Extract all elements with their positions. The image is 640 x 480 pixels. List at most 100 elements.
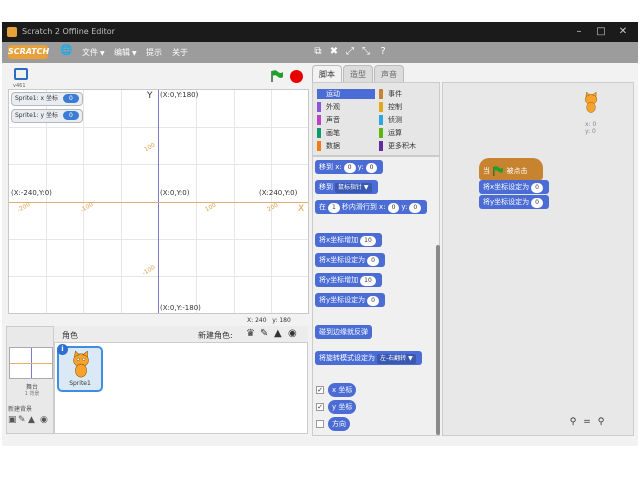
reporter-y[interactable]: y 坐标 <box>328 400 357 414</box>
block-input[interactable]: 0 <box>531 198 543 208</box>
grid-line <box>9 127 308 128</box>
script-set-x[interactable]: 将x坐标设定为 0 <box>479 180 549 194</box>
grow-icon[interactable]: ⤢ <box>344 46 356 58</box>
tab-scripts[interactable]: 脚本 <box>312 65 342 82</box>
category-pen[interactable]: 画笔 <box>317 128 375 138</box>
block-input[interactable]: 1 <box>328 203 340 213</box>
tick-label: 100 <box>143 141 157 154</box>
block-input[interactable]: 0 <box>343 163 356 173</box>
block-input[interactable]: 0 <box>365 163 378 173</box>
block-goto[interactable]: 移到 鼠标指针 ▼ <box>315 180 378 194</box>
block-set-y[interactable]: 将y坐标设定为 0 <box>315 293 385 307</box>
category-more-blocks[interactable]: 更多积木 <box>379 141 437 151</box>
block-set-x[interactable]: 将x坐标设定为 0 <box>315 253 385 267</box>
block-input[interactable]: 0 <box>387 203 400 213</box>
duplicate-icon[interactable]: ⧉ <box>312 46 324 58</box>
block-change-y[interactable]: 将y坐标增加 10 <box>315 273 382 287</box>
presentation-mode-icon[interactable] <box>14 68 28 80</box>
tab-costumes[interactable]: 造型 <box>343 65 373 82</box>
when-flag-clicked-block[interactable]: 当 被点击 <box>479 158 543 180</box>
green-flag-icon[interactable] <box>270 70 284 82</box>
menu-tips[interactable]: 提示 <box>146 47 162 58</box>
close-icon[interactable]: ✕ <box>616 26 630 38</box>
category-events[interactable]: 事件 <box>379 89 437 99</box>
paint-icon[interactable]: ▣ <box>8 415 17 425</box>
block-text: 将y坐标设定为 <box>319 296 366 304</box>
block-dropdown[interactable]: 左-右翻转 ▼ <box>377 354 416 364</box>
menu-about[interactable]: 关于 <box>172 47 188 58</box>
block-input[interactable]: 0 <box>367 256 379 266</box>
block-input[interactable]: 0 <box>531 183 543 193</box>
category-sensing[interactable]: 侦测 <box>379 115 437 125</box>
category-operators[interactable]: 运算 <box>379 128 437 138</box>
y-axis-label: Y <box>147 91 153 101</box>
category-sound[interactable]: 声音 <box>317 115 375 125</box>
scripts-area[interactable] <box>442 82 634 436</box>
block-text: 将旋转模式设定为 <box>319 354 375 362</box>
checkbox-direction[interactable] <box>316 420 324 428</box>
info-icon[interactable]: i <box>57 344 68 355</box>
monitor-x[interactable]: Sprite1: x 坐标 0 <box>11 92 83 106</box>
monitor-y[interactable]: Sprite1: y 坐标 0 <box>11 109 83 123</box>
category-control[interactable]: 控制 <box>379 102 437 112</box>
scratch-logo[interactable]: SCRATCH <box>8 45 49 59</box>
checkbox-x[interactable]: ✓ <box>316 386 324 394</box>
block-text: 在 <box>319 203 326 211</box>
block-glide[interactable]: 在 1 秒内滑行到 x: 0 y: 0 <box>315 200 428 214</box>
desktop-background <box>0 446 640 480</box>
title-bar: Scratch 2 Offline Editor – □ ✕ <box>2 22 638 42</box>
block-bounce[interactable]: 碰到边缘就反弹 <box>315 325 372 339</box>
block-goto-xy[interactable]: 移到 x: 0 y: 0 <box>315 160 384 174</box>
block-input[interactable]: 10 <box>360 236 376 246</box>
checkbox-y[interactable]: ✓ <box>316 403 324 411</box>
menu-file[interactable]: 文件 ▼ <box>82 47 105 58</box>
camera-sprite-icon[interactable]: ◉ <box>288 328 297 339</box>
script-set-y[interactable]: 将y坐标设定为 0 <box>479 195 549 209</box>
sprite-y: y: 0 <box>585 128 596 135</box>
app-icon <box>7 27 17 37</box>
shrink-icon[interactable]: ⤡ <box>360 46 372 58</box>
block-dropdown[interactable]: 鼠标指针 ▼ <box>335 183 372 193</box>
block-input[interactable]: 0 <box>409 203 422 213</box>
block-text: 将y坐标增加 <box>319 276 359 284</box>
camera-icon[interactable]: ◉ <box>40 415 48 425</box>
palette-scrollbar[interactable] <box>436 245 440 435</box>
upload-sprite-icon[interactable]: ▲ <box>274 328 282 339</box>
new-sprite-label: 新建角色: <box>198 331 233 340</box>
reporter-x[interactable]: x 坐标 <box>328 383 357 397</box>
brush-icon[interactable]: ✎ <box>18 415 26 425</box>
zoom-reset-icon[interactable]: = <box>581 416 593 428</box>
x-axis <box>9 202 308 203</box>
category-data[interactable]: 数据 <box>317 141 375 151</box>
category-looks[interactable]: 外观 <box>317 102 375 112</box>
sprite-library-icon[interactable]: ♛ <box>246 328 255 339</box>
category-motion[interactable]: 运动 <box>317 89 375 99</box>
maximize-icon[interactable]: □ <box>594 26 608 38</box>
zoom-out-icon[interactable]: ⚲ <box>567 416 579 428</box>
zoom-in-icon[interactable]: ⚲ <box>595 416 607 428</box>
menu-edit[interactable]: 编辑 ▼ <box>114 47 137 58</box>
tick-label: 100 <box>204 201 218 214</box>
help-icon[interactable]: ? <box>377 46 389 58</box>
mouse-coords: X: 240 y: 180 <box>247 317 291 324</box>
minimize-icon[interactable]: – <box>572 26 586 38</box>
dropdown-value: 左-右翻转 <box>380 355 407 362</box>
block-change-x[interactable]: 将x坐标增加 10 <box>315 233 382 247</box>
tab-sounds[interactable]: 声音 <box>374 65 404 82</box>
stage-thumbnail[interactable] <box>9 347 53 379</box>
block-rotation-style[interactable]: 将旋转模式设定为 左-右翻转 ▼ <box>315 351 422 365</box>
block-input[interactable]: 0 <box>367 296 379 306</box>
block-input[interactable]: 10 <box>360 276 376 286</box>
mouse-x-label: X: <box>247 317 254 324</box>
reporter-direction[interactable]: 方向 <box>328 417 350 431</box>
paint-sprite-icon[interactable]: ✎ <box>260 328 268 339</box>
delete-icon[interactable]: ✖ <box>328 46 340 58</box>
stop-icon[interactable] <box>290 70 303 83</box>
globe-icon[interactable]: 🌐 <box>60 45 72 56</box>
hat-suffix: 被点击 <box>506 167 528 175</box>
upload-icon[interactable]: ▲ <box>28 415 35 425</box>
block-text: 移到 x: <box>319 163 342 171</box>
center-coord: (X:0,Y:0) <box>160 189 190 197</box>
block-text: 移到 <box>319 183 333 191</box>
x-axis-label: X <box>298 204 305 214</box>
